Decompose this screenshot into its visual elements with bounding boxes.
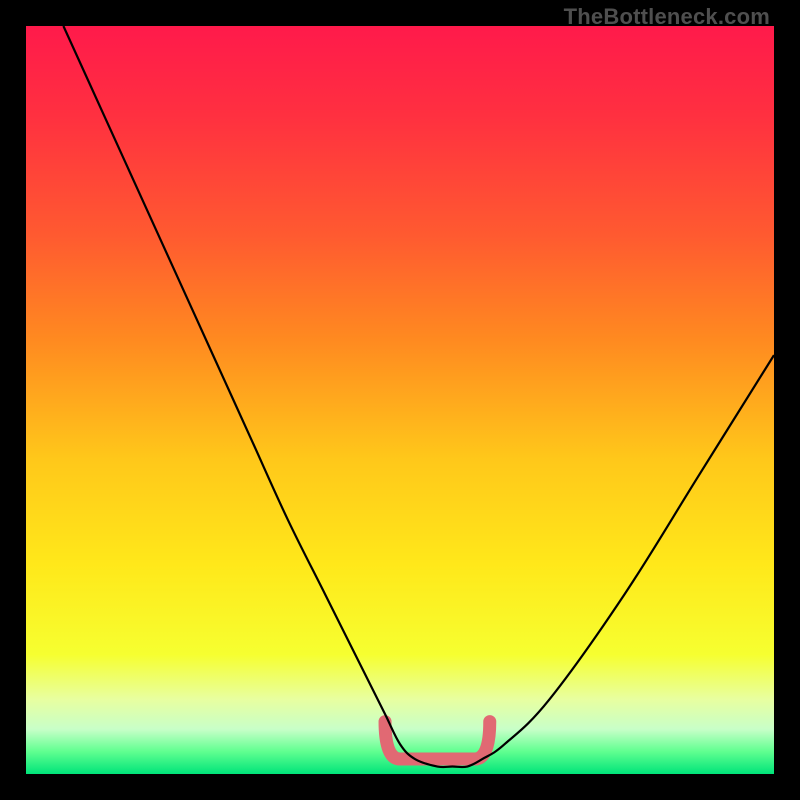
minimum-marker (385, 722, 490, 759)
watermark-text: TheBottleneck.com (564, 4, 770, 30)
plot-area (26, 26, 774, 774)
chart-svg (26, 26, 774, 774)
chart-frame: TheBottleneck.com (0, 0, 800, 800)
bottleneck-curve (63, 26, 774, 767)
